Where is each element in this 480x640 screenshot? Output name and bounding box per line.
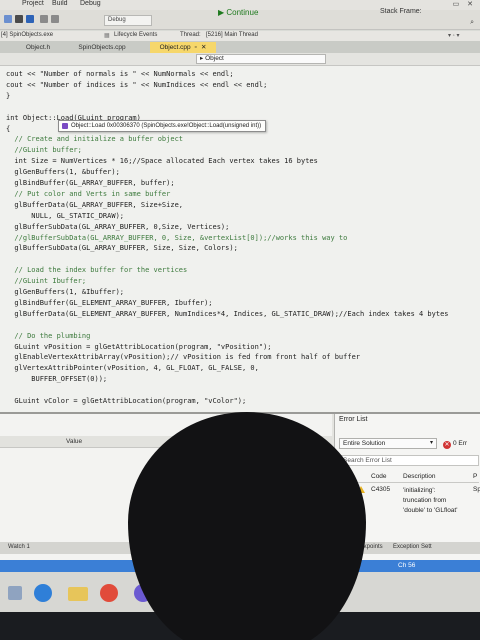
error-search-input[interactable]: Search Error List xyxy=(339,455,479,466)
save-all-icon[interactable] xyxy=(26,15,34,23)
tab-watch-1[interactable]: Watch 1 xyxy=(8,544,30,550)
error-icon: ✕ xyxy=(443,441,451,449)
col-code[interactable]: Code xyxy=(371,473,387,480)
cursor-position: Ch 56 xyxy=(398,562,416,569)
search-icon[interactable]: ⌕ xyxy=(470,19,474,27)
member-scope-dropdown[interactable]: ▸ Object xyxy=(196,54,326,64)
code-line: glGenBuffers(1, &buffer); xyxy=(6,168,120,177)
code-line: glBindBuffer(GL_ELEMENT_ARRAY_BUFFER, Ib… xyxy=(6,298,213,307)
close-icon[interactable]: ✕ xyxy=(201,44,206,51)
tab-spinobjects-cpp[interactable]: SpinObjects.cpp xyxy=(70,42,134,53)
lifecycle-events-button[interactable]: Lifecycle Events xyxy=(114,32,157,38)
code-line: // Put color and Verts in same buffer xyxy=(6,189,171,198)
tab-exception-settings[interactable]: Exception Sett xyxy=(393,544,432,550)
stack-frame-label: Stack Frame: xyxy=(380,8,422,15)
error-project: Sp xyxy=(473,486,480,493)
chrome-icon[interactable] xyxy=(100,584,118,602)
code-line: glBufferSubData(GL_ARRAY_BUFFER, Size, S… xyxy=(6,244,238,253)
back-icon[interactable] xyxy=(4,15,12,23)
chevron-down-icon: ▾ xyxy=(429,440,433,446)
menu-item-debug[interactable]: Debug xyxy=(80,0,101,7)
error-description: 'initializing': truncation from 'double'… xyxy=(403,487,458,514)
continue-label: Continue xyxy=(226,8,259,17)
error-scope-dropdown[interactable]: Entire Solution ▾ xyxy=(339,438,437,449)
menu-item-build[interactable]: Build xyxy=(52,0,68,7)
code-line: glVertexAttribPointer(vPosition, 4, GL_F… xyxy=(6,364,259,373)
redo-icon[interactable] xyxy=(51,15,59,23)
code-line: cout << "Number of normals is " << NumNo… xyxy=(6,70,234,78)
windows-start-icon[interactable] xyxy=(8,586,22,600)
thread-dropdown[interactable]: [5216] Main Thread xyxy=(206,32,258,38)
tooltip-text: Object::Load 0x00306370 (SpinObjects.exe… xyxy=(71,123,262,129)
code-line: // Do the plumbing xyxy=(6,331,91,340)
code-line: glBufferData(GL_ELEMENT_ARRAY_BUFFER, Nu… xyxy=(6,309,449,318)
scope-label: Object xyxy=(205,55,224,62)
col-project[interactable]: P xyxy=(473,473,477,480)
code-editor[interactable]: cout << "Number of normals is " << NumNo… xyxy=(0,66,480,412)
error-code: C4305 xyxy=(371,486,391,493)
lifecycle-icon: ▦ xyxy=(104,33,110,39)
pin-icon[interactable]: ▫ xyxy=(195,44,197,51)
tab-object-cpp[interactable]: Object.cpp ▫ ✕ xyxy=(150,42,216,53)
tab-object-h[interactable]: Object.h xyxy=(14,42,62,53)
menu-item-project[interactable]: Project xyxy=(22,0,44,7)
scope-label: Entire Solution xyxy=(343,440,386,447)
watch-col-value[interactable]: Value xyxy=(66,438,82,445)
tab-label: Object.cpp xyxy=(159,44,191,51)
code-line: GLuint vPosition = glGetAttribLocation(p… xyxy=(6,342,272,351)
folder-icon[interactable] xyxy=(68,587,88,601)
code-line: NULL, GL_STATIC_DRAW); xyxy=(6,211,125,220)
browser-icon[interactable] xyxy=(34,584,52,602)
window-controls[interactable]: ▭ ✕ xyxy=(453,0,476,8)
error-count: 0 Err xyxy=(453,440,468,447)
process-dropdown[interactable]: [4] SpinObjects.exe xyxy=(1,32,53,38)
code-line: } xyxy=(6,91,11,100)
code-line: //GLuint buffer; xyxy=(6,146,82,155)
error-list-title: Error List xyxy=(339,416,368,423)
code-line: // Create and initialize a buffer object xyxy=(6,135,184,144)
code-line: BUFFER_OFFSET(0)); xyxy=(6,375,108,384)
code-line: glBufferData(GL_ARRAY_BUFFER, Size+Size, xyxy=(6,200,184,209)
code-line: //glBufferSubData(GL_ARRAY_BUFFER, 0, Si… xyxy=(6,233,348,242)
undo-icon[interactable] xyxy=(40,15,48,23)
code-line: glBufferSubData(GL_ARRAY_BUFFER, 0,Size,… xyxy=(6,222,230,231)
code-line: //GLuint Ibuffer; xyxy=(6,277,87,286)
col-description[interactable]: Description xyxy=(403,473,436,480)
method-icon xyxy=(62,123,68,129)
code-line: glGenBuffers(1, &Ibuffer); xyxy=(6,288,125,296)
code-line: // Load the index buffer for the vertice… xyxy=(6,266,188,275)
errors-filter-button[interactable]: ✕ 0 Err xyxy=(443,438,467,449)
code-line: glEnableVertexAttribArray(vPosition);// … xyxy=(6,353,361,362)
save-icon[interactable] xyxy=(15,15,23,23)
process-bar: [4] SpinObjects.exe ▦ Lifecycle Events T… xyxy=(0,31,480,41)
solution-config-dropdown[interactable]: Debug xyxy=(104,15,152,26)
code-line: cout << "Number of indices is " << NumIn… xyxy=(6,80,268,89)
solbar-more-icon[interactable]: ▾ ◦ ▾ xyxy=(448,32,459,39)
navigation-bar: ▸ Object xyxy=(0,53,480,66)
audience-head xyxy=(128,412,366,640)
debug-toolbar: Debug ▶ Continue Stack Frame: ⌕ xyxy=(0,8,480,30)
continue-button[interactable]: ▶ Continue xyxy=(218,8,258,17)
thread-label: Thread: xyxy=(180,32,201,38)
code-line: GLuint vColor = glGetAttribLocation(prog… xyxy=(6,397,247,405)
tab-label: SpinObjects.cpp xyxy=(78,44,126,51)
error-list-header: Code Description P xyxy=(339,470,479,483)
tab-label: Object.h xyxy=(25,44,51,51)
quickinfo-tooltip: Object::Load 0x00306370 (SpinObjects.exe… xyxy=(58,120,267,132)
document-tabs: Object.h SpinObjects.cpp Object.cpp ▫ ✕ xyxy=(0,41,480,53)
code-line: int Size = NumVertices * 16;//Space allo… xyxy=(6,157,318,166)
code-line: { xyxy=(6,124,11,133)
code-line: glBindBuffer(GL_ARRAY_BUFFER, buffer); xyxy=(6,179,175,187)
